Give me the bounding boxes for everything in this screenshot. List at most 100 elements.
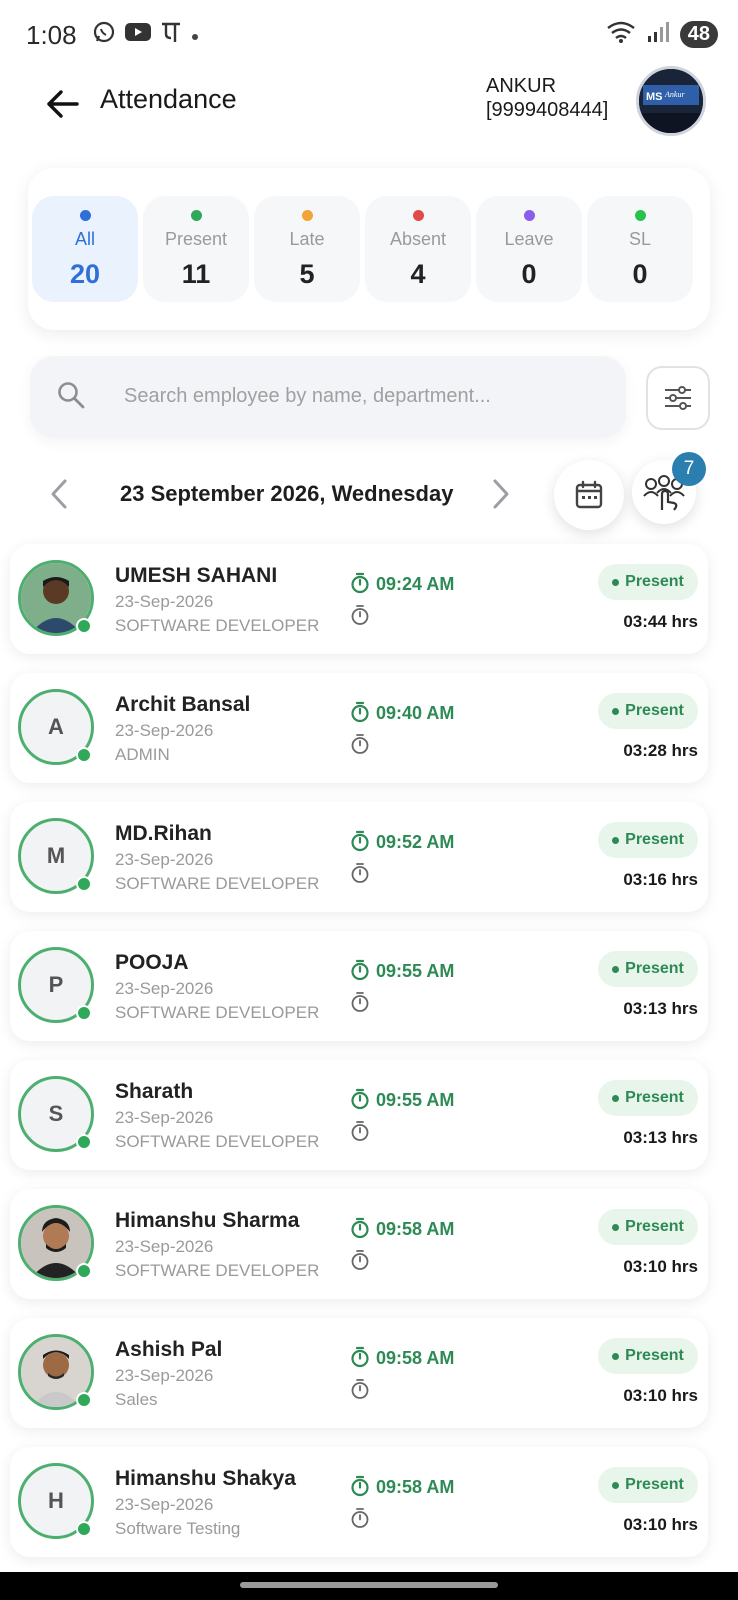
status-label: Present xyxy=(625,831,684,848)
employee-card[interactable]: UMESH SAHANI 23-Sep-2026 SOFTWARE DEVELO… xyxy=(10,544,708,654)
tab-label: Present xyxy=(164,229,228,249)
clock-in-time: 09:58 AM xyxy=(376,1477,455,1497)
sliders-icon xyxy=(665,386,691,410)
user-phone: [9999408444] xyxy=(486,99,609,121)
employee-card[interactable]: P POOJA 23-Sep-2026 SOFTWARE DEVELOPER 0… xyxy=(10,931,708,1041)
previous-date-button[interactable] xyxy=(44,474,74,514)
whatsapp-icon xyxy=(92,20,116,50)
stopwatch-icon xyxy=(350,1217,370,1244)
online-indicator xyxy=(76,618,92,634)
tab-label: Absent xyxy=(389,229,447,249)
attendance-date: 23-Sep-2026 xyxy=(115,721,214,740)
online-indicator xyxy=(76,1263,92,1279)
summary-tab-all[interactable]: All 20 xyxy=(32,196,138,302)
employee-card[interactable]: M MD.Rihan 23-Sep-2026 SOFTWARE DEVELOPE… xyxy=(10,802,708,912)
search-bar xyxy=(30,356,626,438)
online-indicator xyxy=(76,1392,92,1408)
status-label: Present xyxy=(625,1476,684,1493)
employee-department: Sales xyxy=(115,1390,158,1409)
back-button[interactable] xyxy=(40,82,84,126)
employee-department: Software Testing xyxy=(115,1519,241,1538)
stopwatch-icon xyxy=(350,830,370,857)
stopwatch-icon xyxy=(350,1249,370,1276)
clock-in-time: 09:55 AM xyxy=(376,961,455,981)
system-navigation-bar xyxy=(0,1572,738,1600)
filter-button[interactable] xyxy=(646,366,710,430)
summary-tab-present[interactable]: Present 11 xyxy=(143,196,249,302)
employee-card[interactable]: A Archit Bansal 23-Sep-2026 ADMIN 09:40 … xyxy=(10,673,708,783)
tab-count: 5 xyxy=(299,259,315,289)
home-gesture-handle[interactable] xyxy=(240,1582,498,1588)
dot-icon xyxy=(190,22,200,48)
youtube-icon xyxy=(124,21,152,49)
status-label: Present xyxy=(625,1089,684,1106)
employee-name: POOJA xyxy=(115,951,189,974)
search-icon xyxy=(56,380,86,415)
employee-card[interactable]: H Himanshu Shakya 23-Sep-2026 Software T… xyxy=(10,1447,708,1557)
stopwatch-icon xyxy=(350,733,370,760)
summary-tab-leave[interactable]: Leave 0 xyxy=(476,196,582,302)
calendar-button[interactable] xyxy=(554,460,624,530)
worked-hours: 03:10 hrs xyxy=(623,1386,698,1405)
worked-hours: 03:28 hrs xyxy=(623,741,698,760)
status-badge: Present xyxy=(598,951,698,987)
status-dot xyxy=(634,210,646,221)
calendar-icon xyxy=(575,480,603,509)
employee-name: Ashish Pal xyxy=(115,1338,223,1361)
status-dot xyxy=(412,210,424,221)
selected-date: 23 September 2026, Wednesday xyxy=(120,481,454,506)
attendance-summary: All 20 Present 11 Late 5 Absent 4 Leave … xyxy=(28,168,710,330)
summary-tab-sl[interactable]: SL 0 xyxy=(587,196,693,302)
employee-department: SOFTWARE DEVELOPER xyxy=(115,616,320,635)
status-badge: Present xyxy=(598,564,698,600)
signal-icon xyxy=(646,20,670,49)
next-date-button[interactable] xyxy=(486,474,516,514)
tab-label: All xyxy=(74,229,95,249)
worked-hours: 03:13 hrs xyxy=(623,999,698,1018)
clock-in-time: 09:52 AM xyxy=(376,832,455,852)
status-label: Present xyxy=(625,702,684,719)
app-header: Attendance ANKUR [9999408444] MS Ankur xyxy=(0,66,738,166)
worked-hours: 03:13 hrs xyxy=(623,1128,698,1147)
clock-in-time: 09:55 AM xyxy=(376,1090,455,1110)
attendance-date: 23-Sep-2026 xyxy=(115,979,214,998)
stopwatch-icon xyxy=(350,1378,370,1405)
status-badge: Present xyxy=(598,822,698,858)
online-indicator xyxy=(76,1134,92,1150)
stopwatch-icon xyxy=(350,991,370,1018)
chevron-left-icon xyxy=(51,479,67,509)
attendance-date: 23-Sep-2026 xyxy=(115,1108,214,1127)
status-label: Present xyxy=(625,573,684,590)
employee-card[interactable]: Himanshu Sharma 23-Sep-2026 SOFTWARE DEV… xyxy=(10,1189,708,1299)
worked-hours: 03:16 hrs xyxy=(623,870,698,889)
employee-name: UMESH SAHANI xyxy=(115,564,278,587)
tab-count: 0 xyxy=(632,259,648,289)
employee-department: SOFTWARE DEVELOPER xyxy=(115,1003,320,1022)
status-badge: Present xyxy=(598,1080,698,1116)
page-title: Attendance xyxy=(100,84,237,114)
clock-in-time: 09:24 AM xyxy=(376,574,455,594)
online-indicator xyxy=(76,1005,92,1021)
employee-card[interactable]: S Sharath 23-Sep-2026 SOFTWARE DEVELOPER… xyxy=(10,1060,708,1170)
attendance-date: 23-Sep-2026 xyxy=(115,850,214,869)
worked-hours: 03:10 hrs xyxy=(623,1515,698,1534)
status-label: Present xyxy=(625,1218,684,1235)
search-input[interactable] xyxy=(124,378,604,414)
clock-in-time: 09:40 AM xyxy=(376,703,455,723)
attendance-date: 23-Sep-2026 xyxy=(115,1237,214,1256)
summary-tab-absent[interactable]: Absent 4 xyxy=(365,196,471,302)
chevron-right-icon xyxy=(493,479,509,509)
summary-tab-late[interactable]: Late 5 xyxy=(254,196,360,302)
employee-name: Himanshu Shakya xyxy=(115,1467,296,1490)
tab-count: 20 xyxy=(69,259,101,289)
status-dot xyxy=(612,1223,620,1231)
status-dot xyxy=(612,707,620,715)
employee-card[interactable]: Ashish Pal 23-Sep-2026 Sales 09:58 AM Pr… xyxy=(10,1318,708,1428)
tab-count: 11 xyxy=(181,259,211,289)
team-count-badge: 7 xyxy=(672,452,706,486)
profile-photo: MS Ankur xyxy=(639,69,703,133)
status-badge: Present xyxy=(598,1209,698,1245)
online-indicator xyxy=(76,1521,92,1537)
status-dot xyxy=(301,210,313,221)
profile-avatar[interactable]: MS Ankur xyxy=(636,66,706,136)
